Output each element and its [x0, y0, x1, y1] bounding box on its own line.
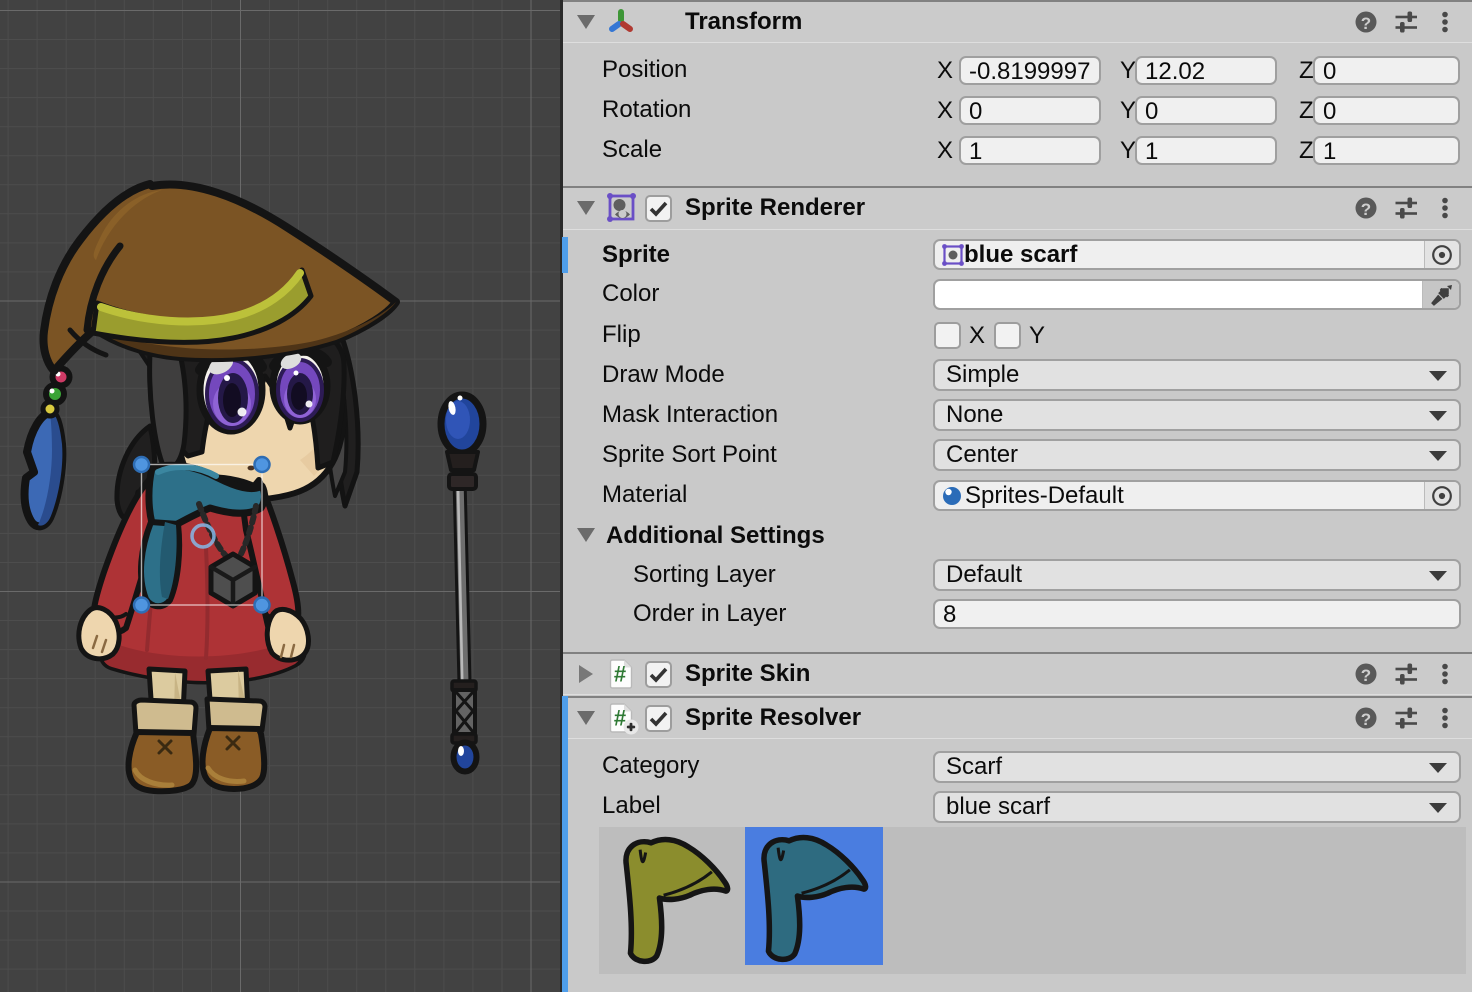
svg-text:?: ?	[1361, 710, 1371, 729]
svg-text:?: ?	[1361, 666, 1371, 685]
svg-text:?: ?	[1361, 14, 1371, 33]
svg-text:#: #	[614, 662, 626, 687]
svg-text:?: ?	[1361, 200, 1371, 219]
